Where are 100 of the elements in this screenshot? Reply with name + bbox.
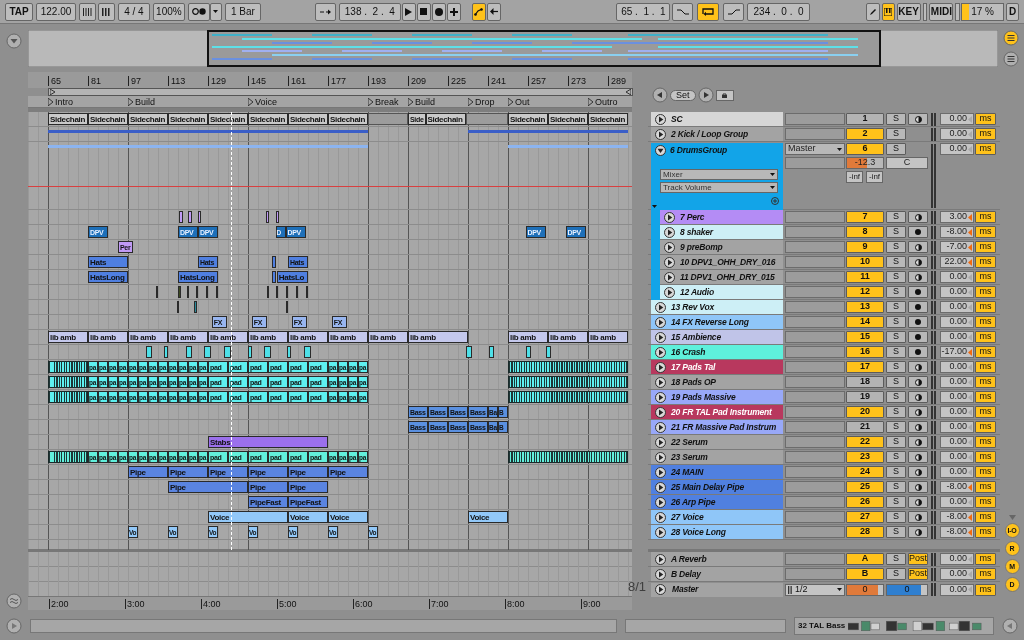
- pre-post-button[interactable]: Post: [908, 568, 928, 580]
- track-delay-field[interactable]: 22.00: [940, 256, 974, 268]
- track-activator[interactable]: A: [846, 553, 884, 565]
- track-title-bar[interactable]: 28 Voice Long: [651, 525, 783, 539]
- delay-unit-button[interactable]: ms: [975, 226, 996, 238]
- solo-button[interactable]: S: [886, 568, 906, 580]
- solo-button[interactable]: S: [886, 226, 906, 238]
- track-delay-field[interactable]: -8.00: [940, 526, 974, 538]
- clip[interactable]: Sidechain: [328, 113, 368, 125]
- delay-unit-button[interactable]: ms: [975, 466, 996, 478]
- track-title-bar[interactable]: 16 Crash: [651, 345, 783, 359]
- time-ruler[interactable]: 2:00 3:00 4:00 5:00 6:00 7:00 8:00 9:00: [28, 596, 632, 610]
- delay-unit-button[interactable]: ms: [975, 361, 996, 373]
- solo-button[interactable]: S: [886, 143, 906, 155]
- track-activator[interactable]: 11: [846, 271, 884, 283]
- peak-level-field[interactable]: -inf: [846, 171, 863, 183]
- track-title-bar[interactable]: 26 Arp Pipe: [651, 495, 783, 509]
- track-delay-field[interactable]: 0.00: [940, 271, 974, 283]
- volume-slider[interactable]: 0: [846, 583, 884, 596]
- pan-field[interactable]: C: [886, 157, 928, 169]
- track-activator[interactable]: 20: [846, 406, 884, 418]
- time-signature-field[interactable]: 4 / 4: [118, 2, 150, 21]
- group-track-header[interactable]: 6 DrumsGroup Mixer Track Volume: [651, 143, 783, 210]
- pre-post-button[interactable]: Post: [908, 553, 928, 565]
- delay-unit-button[interactable]: ms: [975, 583, 996, 596]
- solo-button[interactable]: S: [886, 553, 906, 565]
- locator-label[interactable]: Break: [375, 97, 399, 107]
- clip[interactable]: Sidechain: [128, 113, 168, 125]
- locator-label[interactable]: Drop: [475, 97, 495, 107]
- output-dropdown[interactable]: Master: [785, 143, 845, 155]
- clip[interactable]: Sidechain: [588, 113, 628, 125]
- track-delay-field[interactable]: 0.00: [940, 301, 974, 313]
- track-activator[interactable]: 2: [846, 128, 884, 140]
- delay-unit-button[interactable]: ms: [975, 421, 996, 433]
- track-title-bar[interactable]: 27 Voice: [651, 510, 783, 524]
- track-activator[interactable]: 9: [846, 241, 884, 253]
- clip[interactable]: lib amb: [408, 331, 468, 343]
- delay-unit-button[interactable]: ms: [975, 406, 996, 418]
- clip[interactable]: PipeFast: [288, 496, 328, 508]
- clip[interactable]: Voice: [468, 511, 508, 523]
- clip[interactable]: HatsLo: [276, 271, 308, 283]
- track-title-bar[interactable]: B Delay: [651, 567, 783, 581]
- delay-unit-button[interactable]: ms: [975, 143, 996, 155]
- tempo-field[interactable]: 122.00: [36, 2, 76, 21]
- peak-level-field[interactable]: -inf: [866, 171, 883, 183]
- clip[interactable]: Pipe: [168, 481, 248, 493]
- clip[interactable]: Sidechain: [48, 113, 88, 125]
- clip[interactable]: Sidechain: [248, 113, 288, 125]
- clip[interactable]: lib amb: [588, 331, 628, 343]
- track-activator[interactable]: 8: [846, 226, 884, 238]
- track-delay-field[interactable]: -8.00: [940, 481, 974, 493]
- clip[interactable]: Pipe: [288, 466, 328, 478]
- track-title-bar[interactable]: 15 Ambience: [651, 330, 783, 344]
- solo-button[interactable]: S: [886, 361, 906, 373]
- solo-button[interactable]: S: [886, 346, 906, 358]
- delay-unit-button[interactable]: ms: [975, 286, 996, 298]
- clip[interactable]: lib amb: [368, 331, 408, 343]
- clip[interactable]: HatsLong: [178, 271, 218, 283]
- device-chain-preview[interactable]: 32 TAL Bass: [794, 617, 994, 635]
- delay-unit-button[interactable]: ms: [975, 553, 996, 565]
- track-title-bar[interactable]: 8 shaker: [660, 225, 783, 239]
- locator-label[interactable]: Out: [515, 97, 530, 107]
- clip[interactable]: Sidechain: [548, 113, 588, 125]
- track-delay-field[interactable]: 0.00: [940, 143, 974, 155]
- track-activator[interactable]: 14: [846, 316, 884, 328]
- track-title-bar[interactable]: 22 Serum: [651, 435, 783, 449]
- track-title-bar[interactable]: 21 FR Massive Pad Instrum: [651, 420, 783, 434]
- clip[interactable]: Pipe: [328, 466, 368, 478]
- track-title-bar[interactable]: 12 Audio: [660, 285, 783, 299]
- track-title-bar[interactable]: 7 Perc: [660, 210, 783, 224]
- track-activator[interactable]: 13: [846, 301, 884, 313]
- track-title-bar[interactable]: 10 DPV1_OHH_DRY_016: [660, 255, 783, 269]
- track-activator[interactable]: 16: [846, 346, 884, 358]
- clip[interactable]: Pipe: [248, 481, 288, 493]
- track-activator[interactable]: 10: [846, 256, 884, 268]
- track-activator[interactable]: 18: [846, 376, 884, 388]
- clip[interactable]: Hats: [88, 256, 128, 268]
- track-title-bar[interactable]: 14 FX Reverse Long: [651, 315, 783, 329]
- track-delay-field[interactable]: 0.00: [940, 421, 974, 433]
- solo-button[interactable]: S: [886, 481, 906, 493]
- solo-button[interactable]: S: [886, 391, 906, 403]
- track-delay-field[interactable]: -17.00: [940, 346, 974, 358]
- solo-button[interactable]: S: [886, 436, 906, 448]
- clip[interactable]: Sidechain: [208, 113, 248, 125]
- delay-unit-button[interactable]: ms: [975, 376, 996, 388]
- solo-button[interactable]: S: [886, 256, 906, 268]
- track-title-bar[interactable]: 25 Main Delay Pipe: [651, 480, 783, 494]
- midi-map-button[interactable]: MIDI: [929, 2, 954, 21]
- quantize-dropdown[interactable]: 1 Bar: [224, 2, 261, 21]
- track-delay-field[interactable]: 0.00: [940, 568, 974, 580]
- tap-button[interactable]: TAP: [5, 2, 33, 21]
- track-delay-field[interactable]: -8.00: [940, 226, 974, 238]
- clip[interactable]: Pipe: [208, 466, 248, 478]
- clip[interactable]: lib amb: [548, 331, 588, 343]
- clip[interactable]: lib amb: [288, 331, 328, 343]
- track-delay-field[interactable]: 0.00: [940, 361, 974, 373]
- track-delay-field[interactable]: 0.00: [940, 391, 974, 403]
- track-title-bar[interactable]: 24 MAIN: [651, 465, 783, 479]
- track-delay-field[interactable]: 0.00: [940, 331, 974, 343]
- clip[interactable]: Voice: [328, 511, 368, 523]
